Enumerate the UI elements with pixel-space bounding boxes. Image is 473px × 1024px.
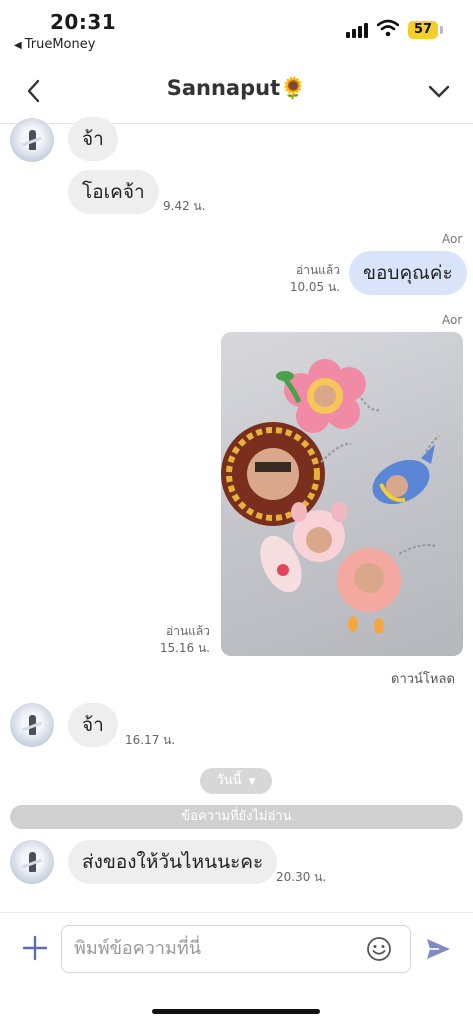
plus-icon[interactable] <box>22 935 48 961</box>
home-indicator[interactable] <box>152 1009 320 1014</box>
sender-name: Aor <box>442 313 463 327</box>
read-receipt: อ่านแล้ว <box>166 624 210 638</box>
send-icon[interactable] <box>424 935 452 963</box>
message-time: 9.42 น. <box>163 199 206 213</box>
emoji-icon[interactable] <box>366 936 392 962</box>
read-receipt: อ่านแล้ว <box>296 263 340 277</box>
message-input-bar: พิมพ์ข้อความที่นี่ <box>0 912 473 1024</box>
unread-separator: ข้อความที่ยังไม่อ่าน <box>10 805 463 829</box>
message-time: 15.16 น. <box>159 641 210 655</box>
contact-avatar[interactable] <box>10 840 54 884</box>
battery-indicator: 57 <box>408 21 438 39</box>
contact-avatar[interactable] <box>10 118 54 162</box>
message-time: 10.05 น. <box>289 280 340 294</box>
download-link[interactable]: ดาวน์โหลด <box>391 668 455 689</box>
message-bubble-mine[interactable]: ขอบคุณค่ะ <box>349 251 467 295</box>
cellular-signal-icon <box>346 22 370 38</box>
back-app-label: TrueMoney <box>24 37 96 52</box>
message-input[interactable]: พิมพ์ข้อความที่นี่ <box>61 925 411 973</box>
message-time: 16.17 น. <box>125 733 176 747</box>
message-bubble[interactable]: จ้า <box>68 703 118 747</box>
keychain-photo-illustration <box>221 359 440 634</box>
wifi-icon <box>377 19 399 37</box>
contact-avatar[interactable] <box>10 703 54 747</box>
message-bubble[interactable]: จ้า <box>68 117 118 161</box>
chevron-down-icon[interactable] <box>426 78 452 104</box>
chat-header: Sannaput🌻 <box>0 62 473 124</box>
date-separator-label: วันนี้ <box>216 773 242 788</box>
back-to-app-link[interactable]: ◀ TrueMoney <box>14 37 95 52</box>
chat-title[interactable]: Sannaput🌻 <box>0 76 473 101</box>
date-separator[interactable]: วันนี้ ▼ <box>200 768 272 794</box>
message-bubble[interactable]: โอเคจ้า <box>68 170 159 214</box>
sender-name: Aor <box>442 232 463 246</box>
battery-tip <box>440 26 443 34</box>
message-time: 20.30 น. <box>276 870 327 884</box>
shared-photo[interactable] <box>221 332 463 656</box>
clock: 20:31 <box>50 10 117 34</box>
back-triangle-icon: ◀ <box>14 40 22 51</box>
status-bar: 20:31 ◀ TrueMoney 57 <box>0 0 473 60</box>
message-bubble[interactable]: ส่งของให้วันไหนนะคะ <box>68 840 278 884</box>
caret-down-icon: ▼ <box>248 777 256 787</box>
